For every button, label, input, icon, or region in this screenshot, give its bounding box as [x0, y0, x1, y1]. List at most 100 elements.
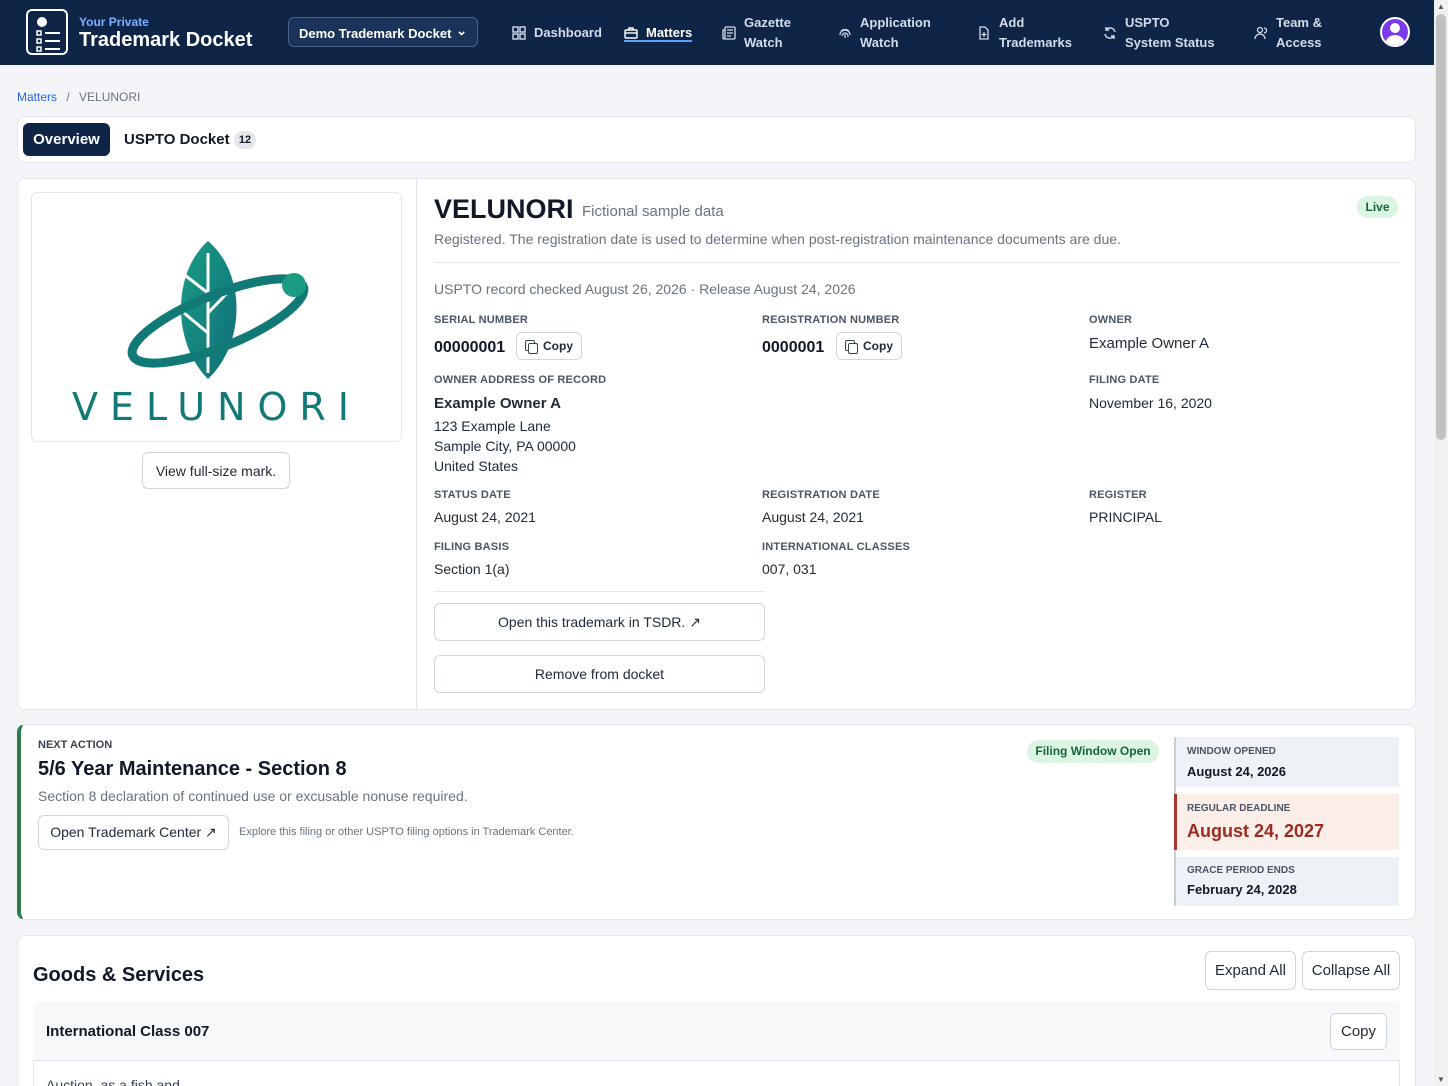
owner-value: Example Owner A: [1089, 335, 1210, 352]
newspaper-icon: [722, 25, 736, 40]
filing-window-badge: Filing Window Open: [1027, 740, 1159, 763]
sample-data-tag: Fictional sample data: [582, 203, 724, 220]
tab-uspto-docket[interactable]: USPTO Docket: [124, 131, 230, 148]
regular-deadline-value: August 24, 2027: [1187, 821, 1325, 841]
tab-overview-label: Overview: [33, 131, 100, 148]
nav-application-watch[interactable]: Application Watch: [838, 0, 944, 65]
copy-class-button[interactable]: Copy: [1330, 1013, 1387, 1050]
mark-wordmark: VELUNORI: [71, 385, 362, 429]
divider: [434, 591, 765, 592]
breadcrumb-matters-link[interactable]: Matters: [17, 90, 57, 104]
regular-deadline-label: REGULAR DEADLINE: [1187, 803, 1291, 814]
breadcrumb-current: VELUNORI: [79, 90, 141, 104]
owner-address-line2: Sample City, PA 00000: [434, 438, 576, 454]
file-plus-icon: [977, 25, 991, 40]
filing-date-value: November 16, 2020: [1089, 395, 1212, 411]
divider: [434, 262, 1399, 263]
collapse-all-button[interactable]: Collapse All: [1302, 951, 1400, 990]
nav-dashboard-label: Dashboard: [534, 24, 602, 40]
window-opened-box: WINDOW OPENED August 24, 2026: [1176, 737, 1399, 787]
next-action-hint: Explore this filing or other USPTO filin…: [239, 826, 574, 838]
copy-serial-button[interactable]: Copy: [516, 332, 582, 360]
status-date-label: STATUS DATE: [434, 489, 511, 501]
registration-date-value: August 24, 2021: [762, 509, 864, 525]
record-checked-info: USPTO record checked August 26, 2026 · R…: [434, 281, 856, 297]
leaf-orbit-logo-icon: [127, 241, 309, 379]
status-badge: Live: [1357, 196, 1398, 218]
record-divider: [416, 178, 417, 710]
breadcrumb: Matters / VELUNORI: [17, 90, 140, 104]
copy-icon: [845, 339, 858, 354]
user-avatar[interactable]: [1380, 17, 1410, 47]
docket-selector[interactable]: Demo Trademark Docket ⌄: [288, 17, 478, 47]
expand-all-button[interactable]: Expand All: [1205, 951, 1296, 990]
window-opened-label: WINDOW OPENED: [1187, 746, 1276, 757]
class-header[interactable]: [33, 1002, 1400, 1061]
nav-team-access-label: Team & Access: [1276, 14, 1322, 50]
nav-gazette-watch-label: Gazette Watch: [744, 14, 791, 50]
open-tsdr-button[interactable]: Open this trademark in TSDR. ↗: [434, 603, 765, 641]
owner-address-label: OWNER ADDRESS OF RECORD: [434, 374, 607, 386]
refresh-icon: [1103, 26, 1117, 40]
goods-services-title: Goods & Services: [33, 964, 205, 986]
trademark-title: VELUNORI: [434, 194, 574, 224]
register-value: PRINCIPAL: [1089, 509, 1162, 525]
copy-registration-label: Copy: [863, 339, 893, 353]
scrollbar-thumb[interactable]: [1436, 14, 1446, 440]
class-title: International Class 007: [46, 1023, 210, 1040]
registration-number-value: 0000001: [762, 339, 825, 356]
chevron-down-icon: ⌄: [456, 23, 467, 38]
fingerprint-icon: [838, 26, 852, 40]
serial-number-label: SERIAL NUMBER: [434, 314, 529, 326]
brand-name[interactable]: Trademark Docket: [79, 29, 252, 52]
filing-basis-label: FILING BASIS: [434, 541, 510, 553]
open-trademark-center-button[interactable]: Open Trademark Center ↗: [38, 815, 229, 850]
filing-date-label: FILING DATE: [1089, 374, 1160, 386]
scroll-down-arrow-icon[interactable]: ▼: [1437, 1075, 1445, 1084]
owner-label: OWNER: [1089, 314, 1133, 326]
copy-icon: [525, 339, 538, 354]
view-full-size-mark-button[interactable]: View full-size mark.: [142, 452, 290, 489]
owner-address-name: Example Owner A: [434, 395, 561, 412]
grid-icon: [512, 25, 526, 40]
scroll-up-arrow-icon[interactable]: ▲: [1437, 2, 1445, 11]
docket-selector-value: Demo Trademark Docket: [299, 26, 452, 41]
register-label: REGISTER: [1089, 489, 1147, 501]
next-action-description: Section 8 declaration of continued use o…: [38, 788, 468, 804]
copy-serial-label: Copy: [543, 339, 573, 353]
tab-overview[interactable]: Overview: [23, 123, 110, 156]
nav-add-trademarks[interactable]: Add Trademarks: [977, 0, 1072, 65]
top-navigation-bar: Your Private Trademark Docket Demo Trade…: [0, 0, 1434, 65]
nav-gazette-watch[interactable]: Gazette Watch: [722, 0, 800, 65]
nav-uspto-system-status[interactable]: USPTO System Status: [1103, 0, 1217, 65]
nav-matters[interactable]: Matters: [614, 0, 703, 65]
registration-date-label: REGISTRATION DATE: [762, 489, 880, 501]
briefcase-icon: [624, 26, 638, 40]
nav-add-trademarks-label: Add Trademarks: [999, 14, 1072, 50]
owner-address-line3: United States: [434, 458, 519, 474]
next-action-title: 5/6 Year Maintenance - Section 8: [38, 758, 347, 780]
next-action-label: NEXT ACTION: [38, 739, 113, 751]
international-classes-value: 007, 031: [762, 561, 817, 577]
copy-registration-button[interactable]: Copy: [836, 332, 902, 360]
docket-logo-icon[interactable]: [26, 9, 68, 55]
nav-team-access[interactable]: Team & Access: [1254, 0, 1328, 65]
grace-period-value: February 24, 2028: [1187, 882, 1297, 897]
filing-basis-value: Section 1(a): [434, 561, 510, 577]
owner-address-line1: 123 Example Lane: [434, 418, 551, 434]
nav-dashboard[interactable]: Dashboard: [512, 0, 602, 65]
status-description: Registered. The registration date is use…: [434, 231, 1121, 247]
international-classes-label: INTERNATIONAL CLASSES: [762, 541, 911, 553]
nav-application-watch-label: Application Watch: [860, 14, 931, 50]
brand-tagline: Your Private: [79, 15, 149, 29]
nav-uspto-system-status-label: USPTO System Status: [1125, 14, 1215, 50]
users-icon: [1254, 26, 1268, 40]
serial-number-value: 00000001: [434, 339, 506, 356]
regular-deadline-box: REGULAR DEADLINE August 24, 2027: [1174, 794, 1399, 850]
remove-from-docket-button[interactable]: Remove from docket: [434, 655, 765, 693]
grace-period-label: GRACE PERIOD ENDS: [1187, 865, 1295, 876]
breadcrumb-separator: /: [66, 90, 70, 104]
class-description: Auction, as a fish and: [46, 1077, 180, 1086]
docket-count-badge: 12: [234, 131, 256, 149]
status-date-value: August 24, 2021: [434, 509, 536, 525]
